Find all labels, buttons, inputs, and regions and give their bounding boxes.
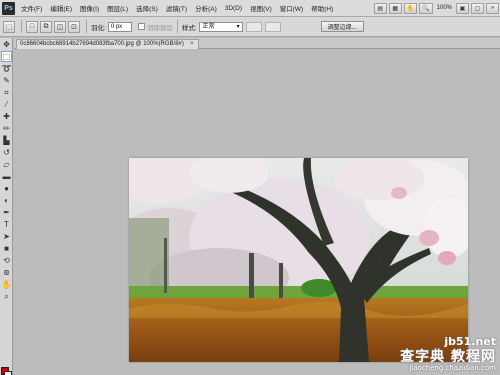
new-selection-icon[interactable]: □ (26, 20, 38, 33)
style-label: 样式: (181, 24, 197, 32)
tools-panel: ✥ ⬚ ➰ ✎ ⌗ ⁄ ✚ ✏ ▙ ↺ ▱ ▬ ● ◐ ✒ T ➤ ■ ⟲ ⊛ … (0, 38, 13, 375)
menu-edit[interactable]: 编辑(E) (46, 3, 76, 13)
zoom-icon[interactable]: ⌕ (1, 291, 12, 302)
menu-select[interactable]: 选择(S) (132, 3, 162, 13)
healing-icon[interactable]: ✚ (1, 111, 12, 122)
arrange-documents-button[interactable]: ▣ (456, 2, 469, 14)
lasso-icon[interactable]: ➰ (1, 63, 12, 74)
move-icon[interactable]: ✥ (1, 39, 12, 50)
type-icon[interactable]: T (1, 219, 12, 230)
subtract-selection-icon[interactable]: ◫ (54, 20, 66, 33)
width-field[interactable] (245, 21, 262, 32)
menu-3d[interactable]: 3D(D) (221, 5, 246, 12)
canvas-area[interactable] (14, 50, 500, 375)
menu-image[interactable]: 图像(I) (76, 3, 103, 13)
crop-icon[interactable]: ⌗ (1, 87, 12, 98)
marquee-icon[interactable]: ⬚ (1, 51, 12, 62)
eraser-icon[interactable]: ▱ (1, 159, 12, 170)
pen-icon[interactable]: ✒ (1, 207, 12, 218)
options-bar: ⬚ □ ⧉ ◫ ⊡ 羽化: 0 px 消除锯齿 样式: 正常 调整边缘... (0, 17, 500, 37)
antialias-checkbox[interactable] (137, 23, 145, 30)
document-tab-title: 0c86604bcbc68914b27694d083fba700.jpg @ 1… (20, 41, 184, 47)
zoom-tool-button[interactable]: 🔍 (419, 2, 433, 14)
screen-mode-button[interactable]: ▢ (471, 2, 484, 14)
add-selection-icon[interactable]: ⧉ (40, 20, 52, 33)
menu-analysis[interactable]: 分析(A) (191, 3, 221, 13)
style-select[interactable]: 正常 (198, 21, 243, 32)
hand-icon[interactable]: ✋ (1, 279, 12, 290)
menu-window[interactable]: 窗口(W) (276, 3, 307, 13)
feather-input[interactable]: 0 px (107, 21, 132, 32)
menu-layer[interactable]: 图层(L) (103, 3, 132, 13)
refine-edge-button[interactable]: 调整边缘... (320, 21, 364, 32)
menu-help[interactable]: 帮助(H) (307, 3, 337, 13)
stamp-icon[interactable]: ▙ (1, 135, 12, 146)
workspace-menu-button[interactable]: » (486, 2, 499, 14)
document-tab-bar: 0c86604bcbc68914b27694d083fba700.jpg @ 1… (14, 38, 500, 49)
3d-orbit-icon[interactable]: ⊛ (1, 267, 12, 278)
blur-icon[interactable]: ● (1, 183, 12, 194)
mini-bridge-button[interactable]: ▦ (388, 2, 402, 14)
menu-filter[interactable]: 滤镜(T) (162, 3, 191, 13)
quick-select-icon[interactable]: ✎ (1, 75, 12, 86)
gradient-icon[interactable]: ▬ (1, 171, 12, 182)
brush-icon[interactable]: ✏ (1, 123, 12, 134)
path-select-icon[interactable]: ➤ (1, 231, 12, 242)
3d-rotate-icon[interactable]: ⟲ (1, 255, 12, 266)
hand-tool-button[interactable]: ✋ (403, 2, 418, 14)
menu-bar: Ps 文件(F) 编辑(E) 图像(I) 图层(L) 选择(S) 滤镜(T) 分… (0, 0, 500, 17)
menu-view[interactable]: 视图(V) (246, 3, 276, 13)
close-icon[interactable]: × (188, 41, 196, 48)
cherry-blossom-photo (129, 158, 468, 362)
feather-label: 羽化: (91, 24, 106, 32)
tool-preset-icon[interactable]: ⬚ (3, 20, 15, 33)
height-field[interactable] (264, 21, 281, 32)
eyedropper-icon[interactable]: ⁄ (1, 99, 12, 110)
background-color-swatch[interactable] (4, 371, 12, 375)
dodge-icon[interactable]: ◐ (1, 195, 12, 206)
zoom-level[interactable]: 100% (437, 5, 452, 11)
shape-icon[interactable]: ■ (1, 243, 12, 254)
document-image[interactable] (129, 158, 468, 362)
document-tab[interactable]: 0c86604bcbc68914b27694d083fba700.jpg @ 1… (16, 39, 199, 49)
intersect-selection-icon[interactable]: ⊡ (68, 20, 80, 33)
menu-file[interactable]: 文件(F) (17, 3, 46, 13)
antialias-label: 消除锯齿 (146, 24, 173, 32)
history-brush-icon[interactable]: ↺ (1, 147, 12, 158)
photoshop-logo-icon: Ps (2, 1, 15, 15)
bridge-button[interactable]: ▤ (373, 2, 387, 14)
